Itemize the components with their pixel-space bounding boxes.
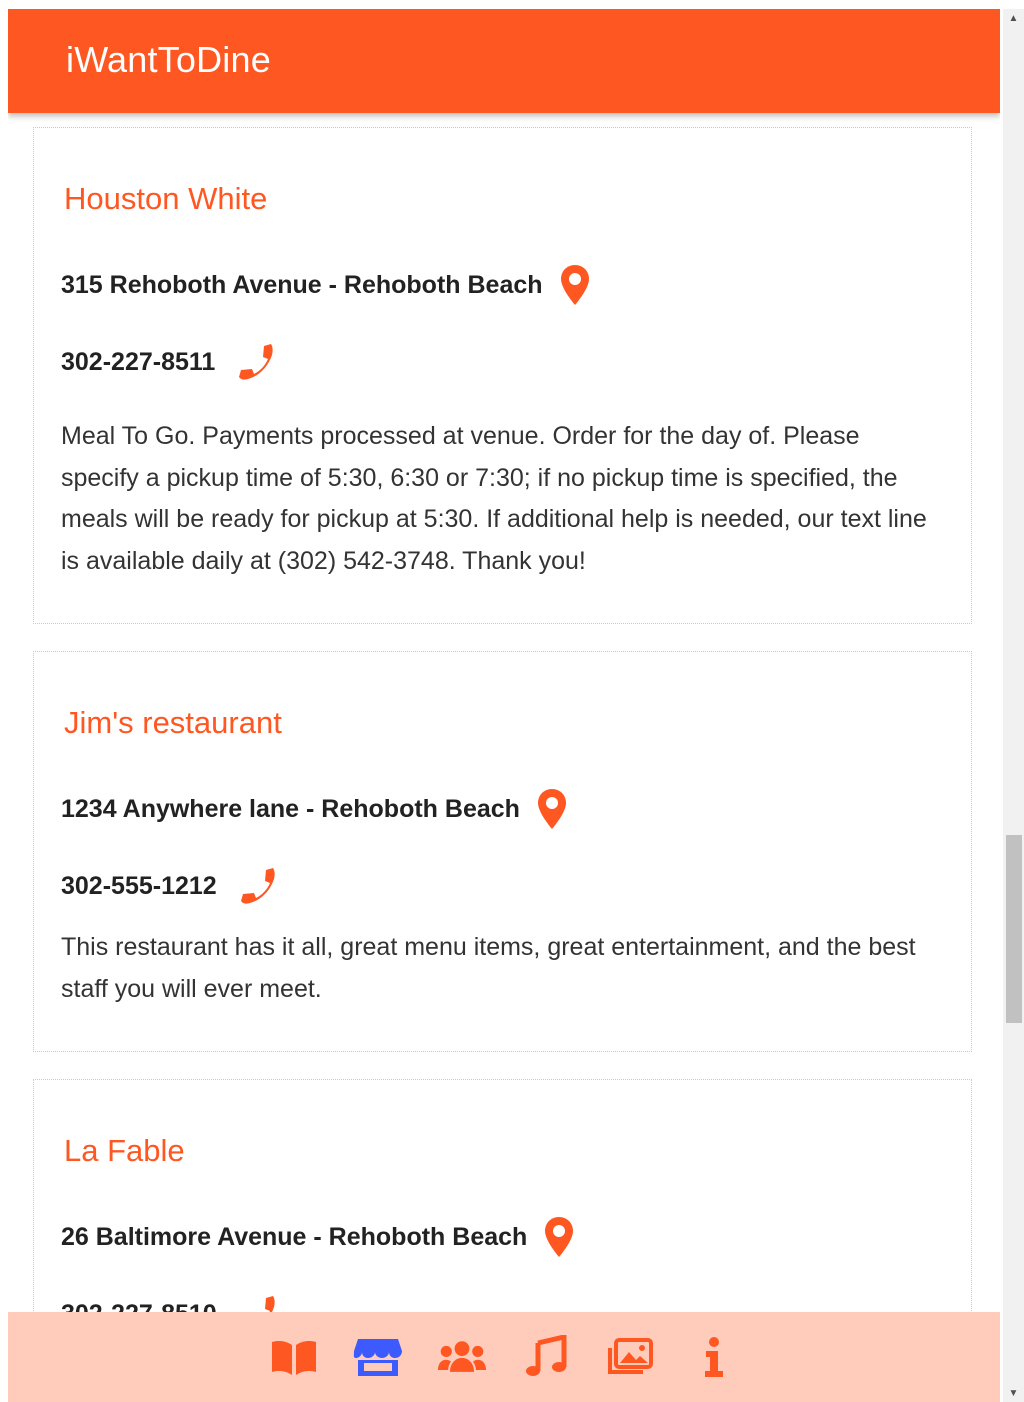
address-row: 26 Baltimore Avenue - Rehoboth Beach [61,1216,575,1258]
restaurant-address: 1234 Anywhere lane - Rehoboth Beach [61,794,520,823]
app-bar: iWantToDine [8,9,1000,113]
app-window: iWantToDine Houston White 315 Rehoboth A… [8,9,1000,1402]
restaurant-phone: 302-227-8510 [61,1300,217,1314]
restaurant-card: Houston White 315 Rehoboth Avenue - Reho… [33,127,972,624]
vertical-scrollbar[interactable]: ▲ ▼ [1003,9,1024,1402]
phone-row: 302-227-8510 [61,1293,279,1313]
restaurant-card: Jim's restaurant 1234 Anywhere lane - Re… [33,651,972,1052]
restaurant-card: La Fable 26 Baltimore Avenue - Rehoboth … [33,1079,972,1313]
app-title: iWantToDine [66,39,271,80]
scrollbar-thumb[interactable] [1006,835,1022,1023]
restaurant-address: 315 Rehoboth Avenue - Rehoboth Beach [61,270,543,299]
info-icon[interactable] [689,1332,739,1382]
restaurant-phone: 302-555-1212 [61,871,217,900]
bottom-navigation [8,1312,1000,1402]
address-row: 315 Rehoboth Avenue - Rehoboth Beach [61,264,591,306]
store-icon[interactable] [353,1332,403,1382]
restaurant-address: 26 Baltimore Avenue - Rehoboth Beach [61,1222,528,1251]
images-icon[interactable] [605,1332,655,1382]
users-icon[interactable] [437,1332,487,1382]
phone-icon[interactable] [237,1293,279,1313]
phone-row: 302-555-1212 [61,865,279,907]
restaurant-phone: 302-227-8511 [61,347,216,376]
map-marker-icon[interactable] [559,264,591,306]
phone-icon[interactable] [237,865,279,907]
music-icon[interactable] [521,1332,571,1382]
restaurant-name: La Fable [64,1133,185,1168]
address-row: 1234 Anywhere lane - Rehoboth Beach [61,788,568,830]
restaurant-name: Jim's restaurant [64,705,282,740]
scroll-down-arrow-icon[interactable]: ▼ [1003,1384,1024,1402]
scroll-up-arrow-icon[interactable]: ▲ [1003,9,1024,27]
map-marker-icon[interactable] [543,1216,575,1258]
restaurant-description: Meal To Go. Payments processed at venue.… [61,422,927,575]
phone-icon[interactable] [235,341,277,383]
phone-row: 302-227-8511 [61,341,277,383]
listing-list[interactable]: Houston White 315 Rehoboth Avenue - Reho… [8,113,1000,1313]
restaurant-description: This restaurant has it all, great menu i… [61,933,916,1003]
book-open-icon[interactable] [269,1332,319,1382]
restaurant-name: Houston White [64,181,268,216]
map-marker-icon[interactable] [536,788,568,830]
